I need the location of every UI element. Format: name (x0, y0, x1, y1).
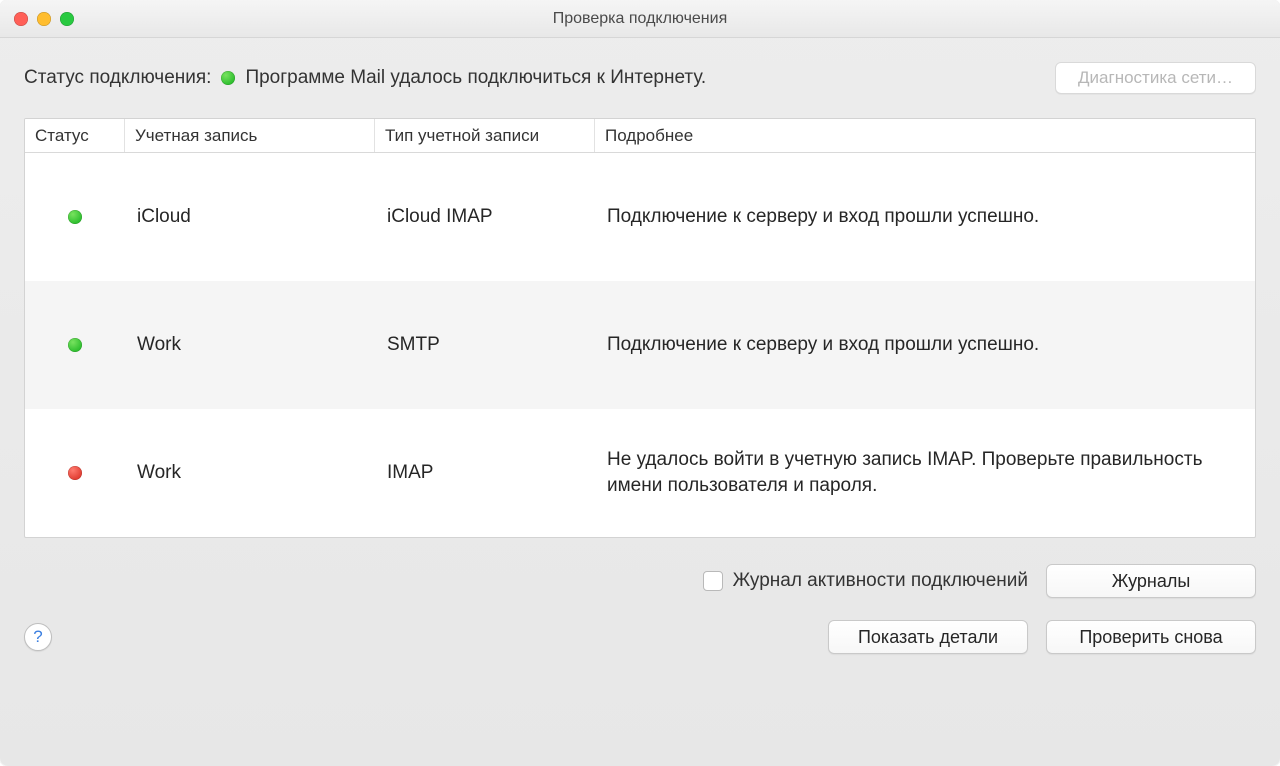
minimize-icon[interactable] (37, 12, 51, 26)
status-dot-icon (68, 466, 82, 480)
header-status[interactable]: Статус (25, 119, 125, 152)
check-again-button[interactable]: Проверить снова (1046, 620, 1256, 654)
close-icon[interactable] (14, 12, 28, 26)
row-type-cell: SMTP (375, 334, 595, 356)
table-body: iCloud iCloud IMAP Подключение к серверу… (25, 153, 1255, 537)
row-account-cell: Work (125, 462, 375, 484)
help-icon[interactable]: ? (24, 623, 52, 651)
activity-log-checkbox-wrap[interactable]: Журнал активности подключений (703, 570, 1028, 592)
table-row[interactable]: Work SMTP Подключение к серверу и вход п… (25, 281, 1255, 409)
row-account-cell: Work (125, 334, 375, 356)
row-account-cell: iCloud (125, 206, 375, 228)
activity-log-checkbox[interactable] (703, 571, 723, 591)
content-area: Статус подключения: Программе Mail удало… (0, 38, 1280, 766)
row-detail-cell: Не удалось войти в учетную запись IMAP. … (595, 447, 1255, 498)
table-row[interactable]: Work IMAP Не удалось войти в учетную зап… (25, 409, 1255, 537)
table-header: Статус Учетная запись Тип учетной записи… (25, 119, 1255, 153)
footer-row-2: ? Показать детали Проверить снова (24, 620, 1256, 654)
table-row[interactable]: iCloud iCloud IMAP Подключение к серверу… (25, 153, 1255, 281)
activity-log-label: Журнал активности подключений (733, 570, 1028, 592)
header-type[interactable]: Тип учетной записи (375, 119, 595, 152)
window-title: Проверка подключения (0, 10, 1280, 28)
header-account[interactable]: Учетная запись (125, 119, 375, 152)
row-detail-cell: Подключение к серверу и вход прошли успе… (595, 204, 1255, 230)
zoom-icon[interactable] (60, 12, 74, 26)
footer-row-1: Журнал активности подключений Журналы (24, 564, 1256, 598)
status-dot-icon (68, 210, 82, 224)
titlebar: Проверка подключения (0, 0, 1280, 38)
row-detail-cell: Подключение к серверу и вход прошли успе… (595, 332, 1255, 358)
row-type-cell: iCloud IMAP (375, 206, 595, 228)
row-status-cell (25, 466, 125, 480)
row-status-cell (25, 338, 125, 352)
network-diagnostics-button[interactable]: Диагностика сети… (1055, 62, 1256, 94)
connection-doctor-window: Проверка подключения Статус подключения:… (0, 0, 1280, 766)
row-type-cell: IMAP (375, 462, 595, 484)
accounts-table: Статус Учетная запись Тип учетной записи… (24, 118, 1256, 538)
window-controls (14, 12, 74, 26)
connection-status-message: Программе Mail удалось подключиться к Ин… (245, 67, 706, 89)
status-indicator-icon (221, 71, 235, 85)
status-dot-icon (68, 338, 82, 352)
row-status-cell (25, 210, 125, 224)
header-detail[interactable]: Подробнее (595, 119, 1255, 152)
show-details-button[interactable]: Показать детали (828, 620, 1028, 654)
connection-status-row: Статус подключения: Программе Mail удало… (24, 62, 1256, 94)
logs-button[interactable]: Журналы (1046, 564, 1256, 598)
connection-status-label: Статус подключения: (24, 67, 211, 89)
